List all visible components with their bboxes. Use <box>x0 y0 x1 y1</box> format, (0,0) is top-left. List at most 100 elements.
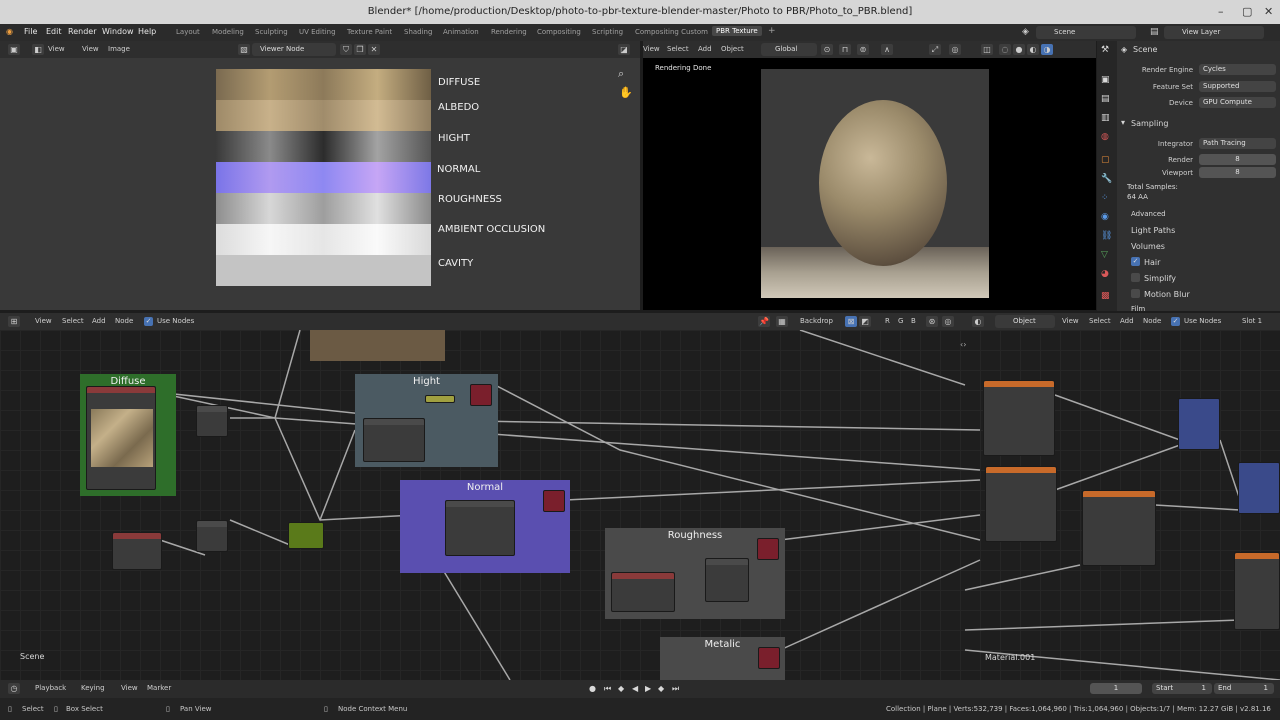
menu-edit[interactable]: Edit <box>46 27 62 36</box>
image-browse-icon[interactable]: ▧ <box>238 44 250 55</box>
menu-view-2[interactable]: View <box>82 45 99 53</box>
hight-node-main[interactable] <box>363 418 425 462</box>
hight-reroute-node[interactable] <box>425 395 455 403</box>
channel-r[interactable]: R <box>885 317 890 325</box>
node-frame-top[interactable] <box>310 330 445 361</box>
record-icon[interactable]: ● <box>589 684 596 693</box>
minimize-button[interactable]: – <box>1218 0 1224 24</box>
timeline-menu-playback[interactable]: Playback <box>35 684 66 692</box>
node-menu-add[interactable]: Add <box>92 317 106 325</box>
proportional-edit-icon[interactable]: ⊚ <box>857 44 869 55</box>
normal-output-node[interactable] <box>543 490 565 512</box>
tab-uv-editing[interactable]: UV Editing <box>299 28 336 36</box>
frame-metalic[interactable]: Metalic <box>660 637 785 680</box>
viewport-menu-view[interactable]: View <box>643 45 660 53</box>
shading-wireframe-icon[interactable]: ◌ <box>999 44 1011 55</box>
jump-start-icon[interactable]: ⏮ <box>604 684 611 694</box>
backdrop-color-icon[interactable]: ⊠ <box>845 316 857 327</box>
mix-rgb-node-a[interactable] <box>1178 398 1220 450</box>
new-image-icon[interactable]: ❐ <box>354 44 366 55</box>
roughness-output-node[interactable] <box>757 538 779 560</box>
tab-scripting[interactable]: Scripting <box>592 28 623 36</box>
backdrop-label[interactable]: Backdrop <box>800 317 833 325</box>
pan-hand-icon[interactable]: ✋ <box>619 86 633 99</box>
node-editor[interactable]: Diffuse Hight Normal Roughness Metalic ‹… <box>0 330 1280 680</box>
node-editor-type-icon[interactable]: ⊞ <box>8 316 20 327</box>
cavity-image-node[interactable] <box>1082 490 1156 566</box>
menu-image[interactable]: Image <box>108 45 130 53</box>
tab-modeling[interactable]: Modeling <box>212 28 244 36</box>
tab-rendering[interactable]: Rendering <box>491 28 527 36</box>
node-menu-node-right[interactable]: Node <box>1143 317 1161 325</box>
blender-logo-icon[interactable]: ◉ <box>6 27 13 36</box>
film-section[interactable]: Film <box>1131 305 1145 313</box>
view-layer-selector[interactable]: View Layer <box>1164 26 1264 39</box>
motion-blur-section[interactable]: Motion Blur <box>1144 290 1190 299</box>
tab-sculpting[interactable]: Sculpting <box>255 28 288 36</box>
timeline-menu-keying[interactable]: Keying <box>81 684 105 692</box>
frame-normal[interactable]: Normal <box>400 480 570 573</box>
simplify-section[interactable]: Simplify <box>1144 274 1176 283</box>
node-menu-select-right[interactable]: Select <box>1089 317 1111 325</box>
end-frame-field[interactable]: End 1 <box>1214 683 1274 694</box>
gizmo-toggle-icon[interactable]: ⊛ <box>926 316 938 327</box>
tab-compositing[interactable]: Compositing <box>537 28 581 36</box>
sampling-section[interactable]: Sampling <box>1131 119 1168 128</box>
current-frame-field[interactable]: 1 <box>1090 683 1142 694</box>
image-node-right[interactable] <box>1234 552 1280 630</box>
node-menu-add-right[interactable]: Add <box>1120 317 1134 325</box>
diffuse-image-node[interactable] <box>86 386 156 490</box>
timeline-editor-icon[interactable]: ◷ <box>8 683 20 694</box>
texture-tab-icon[interactable]: ▩ <box>1101 291 1110 301</box>
maximize-button[interactable]: ▢ <box>1242 0 1252 24</box>
volumes-section[interactable]: Volumes <box>1131 242 1165 251</box>
texture-coord-node[interactable] <box>112 532 162 570</box>
advanced-subsection[interactable]: Advanced <box>1131 210 1166 218</box>
menu-render[interactable]: Render <box>68 27 96 36</box>
integrator-select[interactable]: Path Tracing <box>1199 138 1276 149</box>
view-layer-tab-icon[interactable]: ▥ <box>1101 113 1110 123</box>
orientation-selector[interactable]: Global <box>761 43 817 56</box>
falloff-icon[interactable]: ∧ <box>881 44 893 55</box>
mapping-node[interactable] <box>288 522 324 549</box>
roughness-node-b[interactable] <box>705 558 749 602</box>
channel-b[interactable]: B <box>911 317 916 325</box>
material-tab-icon[interactable]: ◕ <box>1101 269 1109 279</box>
shading-solid-icon[interactable]: ● <box>1013 44 1025 55</box>
viewport-menu-select[interactable]: Select <box>667 45 689 53</box>
simplify-checkbox[interactable] <box>1131 273 1140 282</box>
viewport-menu-add[interactable]: Add <box>698 45 712 53</box>
zoom-icon[interactable]: ⌕ <box>618 67 624 81</box>
fake-user-icon[interactable]: ⛉ <box>340 44 352 55</box>
viewport-menu-object[interactable]: Object <box>721 45 744 53</box>
particles-tab-icon[interactable]: ⁘ <box>1101 193 1109 203</box>
hight-output-node[interactable] <box>470 384 492 406</box>
play-icon[interactable]: ▶ <box>645 684 651 693</box>
use-nodes-checkbox[interactable]: ✓ <box>144 317 153 326</box>
tab-shading[interactable]: Shading <box>404 28 432 36</box>
render-viewport[interactable]: Rendering Done <box>643 58 1096 310</box>
hair-checkbox[interactable]: ✓ <box>1131 257 1140 266</box>
unlink-icon[interactable]: ✕ <box>368 44 380 55</box>
start-frame-field[interactable]: Start 1 <box>1152 683 1212 694</box>
add-workspace-button[interactable]: + <box>768 26 776 36</box>
device-select[interactable]: GPU Compute <box>1199 97 1276 108</box>
physics-tab-icon[interactable]: ◉ <box>1101 212 1109 222</box>
render-engine-select[interactable]: Cycles <box>1199 64 1276 75</box>
menu-window[interactable]: Window <box>102 27 134 36</box>
pin-icon[interactable]: 📌 <box>758 316 770 327</box>
mode-icon[interactable]: ◧ <box>32 44 44 55</box>
tab-layout[interactable]: Layout <box>176 28 200 36</box>
feature-set-select[interactable]: Supported <box>1199 81 1276 92</box>
ao-image-node[interactable] <box>985 466 1057 542</box>
close-button[interactable]: ✕ <box>1264 0 1273 24</box>
render-samples-field[interactable]: 8 <box>1199 154 1276 165</box>
mix-node-a[interactable] <box>196 405 228 437</box>
constraints-tab-icon[interactable]: ⛓ <box>1101 231 1112 241</box>
frame-hight[interactable]: Hight <box>355 374 498 467</box>
backdrop-alpha-icon[interactable]: ◩ <box>859 316 871 327</box>
normal-node-main[interactable] <box>445 500 515 556</box>
frame-roughness[interactable]: Roughness <box>605 528 785 619</box>
tab-texture-paint[interactable]: Texture Paint <box>347 28 392 36</box>
overlay-icon[interactable]: ◎ <box>949 44 961 55</box>
